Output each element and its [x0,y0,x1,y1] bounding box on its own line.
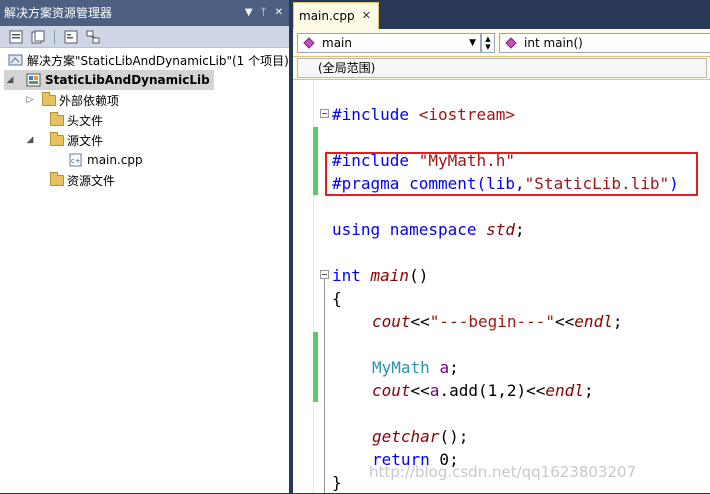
code-line-9: { [332,289,342,308]
dropdown-arrow-icon[interactable]: ▼ [245,8,253,18]
view-class-diagram-button[interactable] [85,29,101,45]
view-code-button[interactable] [63,29,79,45]
solution-explorer-toolbar [0,26,289,48]
class-diagram-icon [86,30,100,43]
code-line-1: #include <iostream> [332,105,516,124]
close-icon[interactable]: ✕ [275,8,283,18]
pin-icon[interactable]: ᛘ [261,8,267,18]
code-line-15: getchar(); [372,427,469,446]
properties-icon [9,30,23,43]
solution-label: 解决方案"StaticLibAndDynamicLib"(1 个项目) [27,53,289,68]
external-deps-label: 外部依赖项 [59,93,120,108]
svg-text:c+: c+ [71,157,81,165]
main-cpp-label: main.cpp [87,153,143,167]
navigation-bar: main ▼ ▲ ▼ int main() [293,29,710,57]
chevron-right-icon[interactable]: ▷ [24,94,36,106]
type-dropdown-value: main [322,36,352,50]
external-deps-folder-icon [42,91,56,106]
tree-item-source-files[interactable]: ◢ 源文件 [24,130,103,150]
method-icon [505,37,517,49]
folder-icon [50,131,64,146]
outline-collapse-icon[interactable] [320,109,329,118]
member-dropdown-value: int main() [524,36,583,50]
code-line-13: cout<<a.add(1,2)<<endl; [372,381,594,400]
chevron-down-icon[interactable]: ◢ [4,74,16,86]
cpp-file-icon: c+ [69,153,82,167]
chevron-down-icon: ▼ [485,43,491,51]
chevron-down-icon: ▼ [469,38,476,48]
chevron-down-icon[interactable]: ◢ [24,134,36,146]
folder-icon [50,171,64,186]
tree-item-external-deps[interactable]: ▷ 外部依赖项 [24,90,119,110]
diamond-icon [303,37,315,49]
solution-explorer-titlebar: 解决方案资源管理器 ▼ ᛘ ✕ [0,0,289,26]
code-line-10: cout<<"---begin---"<<endl; [372,312,623,331]
indicator-margin [293,80,314,493]
tree-item-header-files[interactable]: 头文件 [50,110,103,130]
outline-collapse-icon[interactable] [320,270,329,279]
tree-item-solution[interactable]: 解决方案"StaticLibAndDynamicLib"(1 个项目) [8,50,289,70]
header-files-label: 头文件 [67,113,104,128]
scope-bar: (全局范围) [293,57,710,80]
change-indicator [313,332,318,402]
watermark: http://blog.csdn.net/qq1623803207 [369,463,637,481]
code-editor: main.cpp ✕ main ▼ ▲ ▼ int main() (全局范围) … [293,0,710,493]
folder-icon [50,111,64,126]
project-label: StaticLibAndDynamicLib [45,73,210,87]
view-code-icon [64,30,78,43]
solution-tree: 解决方案"StaticLibAndDynamicLib"(1 个项目) ◢ St… [0,48,289,493]
member-dropdown[interactable]: int main() [499,33,710,53]
change-indicator [313,127,318,195]
solution-explorer-panel: 解决方案资源管理器 ▼ ᛘ ✕ 解决方案"StaticLibAndDynamic… [0,0,289,493]
code-line-12: MyMath a; [372,358,459,377]
code-line-8: int main() [332,266,429,285]
chevron-up-icon: ▲ [485,35,491,43]
tab-main-cpp[interactable]: main.cpp ✕ [293,2,379,29]
document-tab-bar: main.cpp ✕ [293,0,710,29]
code-line-6: using namespace std; [332,220,525,239]
nav-splitter-button[interactable]: ▲ ▼ [481,33,495,53]
solution-icon [8,54,23,66]
tab-label: main.cpp [299,9,355,23]
tree-item-resource-files[interactable]: 资源文件 [50,170,115,190]
close-icon[interactable]: ✕ [362,9,371,22]
tree-item-main-cpp[interactable]: c+ main.cpp [68,150,143,170]
properties-button[interactable] [8,29,24,45]
toolbar-separator [54,29,55,44]
resource-files-label: 资源文件 [67,173,116,188]
scope-selector[interactable]: (全局范围) [297,58,707,78]
code-area[interactable]: #include <iostream> #include "MyMath.h" … [293,80,710,493]
type-dropdown[interactable]: main ▼ [297,33,481,53]
code-line-17: } [332,473,342,492]
highlight-box [325,152,698,196]
solution-explorer-title: 解决方案资源管理器 [4,6,113,20]
project-icon [26,73,41,87]
tree-item-project[interactable]: ◢ StaticLibAndDynamicLib [4,70,214,90]
show-all-files-button[interactable] [30,29,46,45]
outline-guide [324,279,325,493]
source-files-label: 源文件 [67,133,104,148]
show-all-files-icon [31,30,45,43]
